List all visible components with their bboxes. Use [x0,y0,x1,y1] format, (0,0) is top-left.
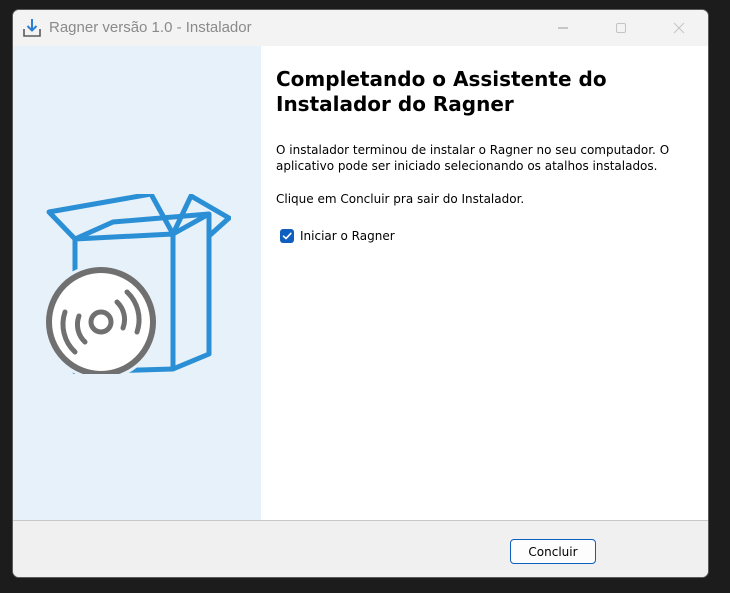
checkmark-icon [282,232,292,240]
window-title: Ragner versão 1.0 - Instalador [49,19,252,36]
title-bar[interactable]: Ragner versão 1.0 - Instalador [13,10,708,46]
maximize-icon [616,23,626,33]
download-installer-icon [22,18,42,38]
box-with-disc-icon [41,191,232,380]
completion-message: O instalador terminou de instalar o Ragn… [276,143,670,173]
page-title: Completando o Assistente do Instalador d… [276,67,607,116]
close-button[interactable] [650,10,708,46]
installer-sidebar [13,46,261,520]
launch-app-option[interactable]: Iniciar o Ragner [280,229,395,243]
installer-window: Ragner versão 1.0 - Instalador Completan… [12,9,709,578]
maximize-button[interactable] [592,10,650,46]
minimize-icon [558,27,568,29]
minimize-button[interactable] [534,10,592,46]
launch-app-label[interactable]: Iniciar o Ragner [300,229,395,243]
launch-app-checkbox[interactable] [280,229,294,243]
footer-bar: Concluir [13,521,708,577]
exit-instruction: Clique em Concluir pra sair do Instalado… [276,192,525,206]
finish-button[interactable]: Concluir [510,539,596,564]
installer-content: Completando o Assistente do Instalador d… [261,46,708,520]
close-icon [673,22,685,34]
